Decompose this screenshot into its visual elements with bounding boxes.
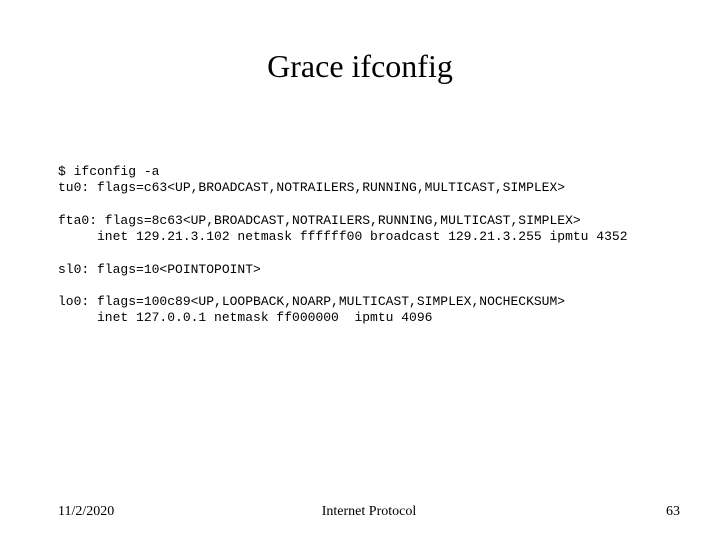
code-line: sl0: flags=10<POINTOPOINT> — [58, 262, 261, 277]
code-line: lo0: flags=100c89<UP,LOOPBACK,NOARP,MULT… — [58, 294, 565, 309]
code-line: tu0: flags=c63<UP,BROADCAST,NOTRAILERS,R… — [58, 180, 565, 195]
slide: Grace ifconfig $ ifconfig -a tu0: flags=… — [0, 0, 720, 540]
footer-page-number: 63 — [666, 504, 680, 520]
code-line: $ ifconfig -a — [58, 164, 159, 179]
code-line: inet 127.0.0.1 netmask ff000000 ipmtu 40… — [58, 310, 432, 325]
code-line: fta0: flags=8c63<UP,BROADCAST,NOTRAILERS… — [58, 213, 581, 228]
terminal-output: $ ifconfig -a tu0: flags=c63<UP,BROADCAS… — [58, 164, 680, 327]
slide-title: Grace ifconfig — [0, 48, 720, 85]
code-line: inet 129.21.3.102 netmask ffffff00 broad… — [58, 229, 628, 244]
footer-title: Internet Protocol — [58, 504, 680, 520]
